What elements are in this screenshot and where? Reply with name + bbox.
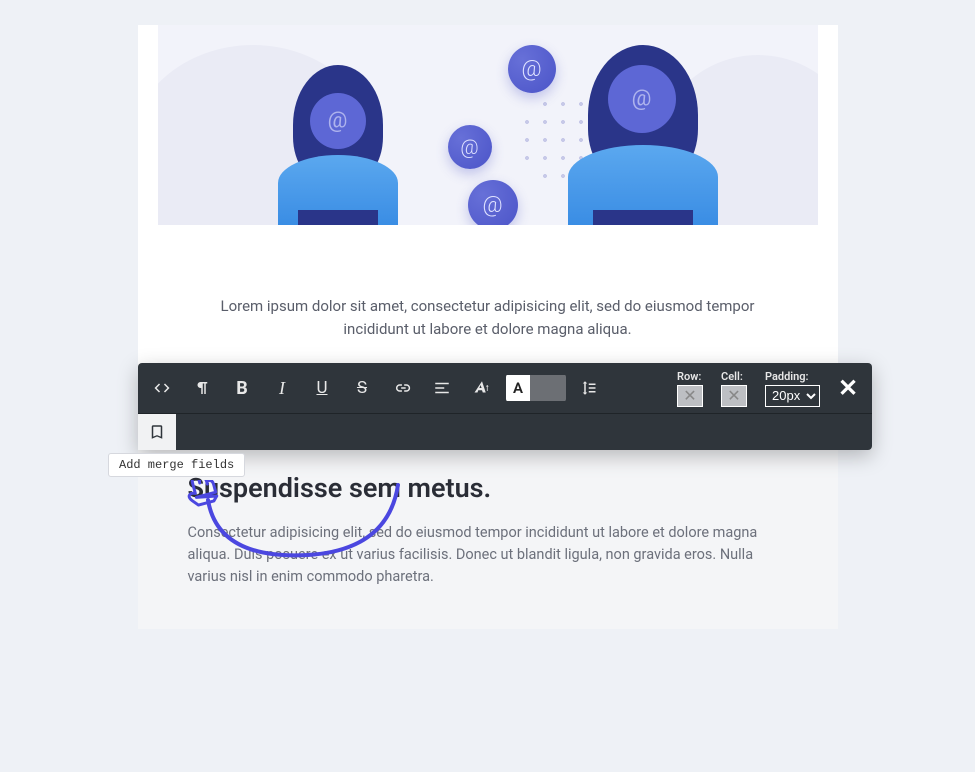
merge-fields-tooltip: Add merge fields — [108, 453, 245, 477]
cell-color-label: Cell: — [721, 370, 743, 383]
padding-label: Padding: — [765, 370, 809, 383]
section-body[interactable]: Consectetur adipisicing elit, sed do eiu… — [188, 522, 788, 589]
link-button[interactable] — [382, 368, 422, 408]
italic-button[interactable]: I — [262, 368, 302, 408]
at-bubble-icon: @ — [508, 45, 556, 93]
align-button[interactable] — [422, 368, 462, 408]
email-canvas: @ @ @ Lorem ipsum dolor sit amet, consec… — [138, 25, 838, 629]
cell-color-picker[interactable] — [721, 385, 747, 407]
padding-select[interactable]: 20px — [765, 385, 820, 407]
paragraph-format-button[interactable] — [182, 368, 222, 408]
toolbar-close-button[interactable]: ✕ — [828, 374, 868, 402]
rich-text-toolbar: B I U S A Row: Cell: — [138, 363, 872, 450]
illustration-woman-left — [268, 65, 408, 225]
row-color-label: Row: — [677, 370, 701, 383]
at-bubble-icon: @ — [448, 125, 492, 169]
at-bubble-icon: @ — [468, 180, 518, 225]
font-size-button[interactable] — [462, 368, 502, 408]
section-heading[interactable]: Suspendisse sem metus. — [188, 472, 788, 504]
underline-button[interactable]: U — [302, 368, 342, 408]
font-color-button[interactable]: A — [506, 374, 566, 402]
bold-button[interactable]: B — [222, 368, 262, 408]
illustration-woman-right — [558, 45, 728, 225]
line-height-button[interactable] — [570, 368, 606, 408]
code-view-button[interactable] — [142, 368, 182, 408]
strikethrough-button[interactable]: S — [342, 368, 382, 408]
merge-fields-button[interactable] — [138, 414, 176, 450]
hero-image: @ @ @ — [158, 25, 818, 225]
row-color-picker[interactable] — [677, 385, 703, 407]
